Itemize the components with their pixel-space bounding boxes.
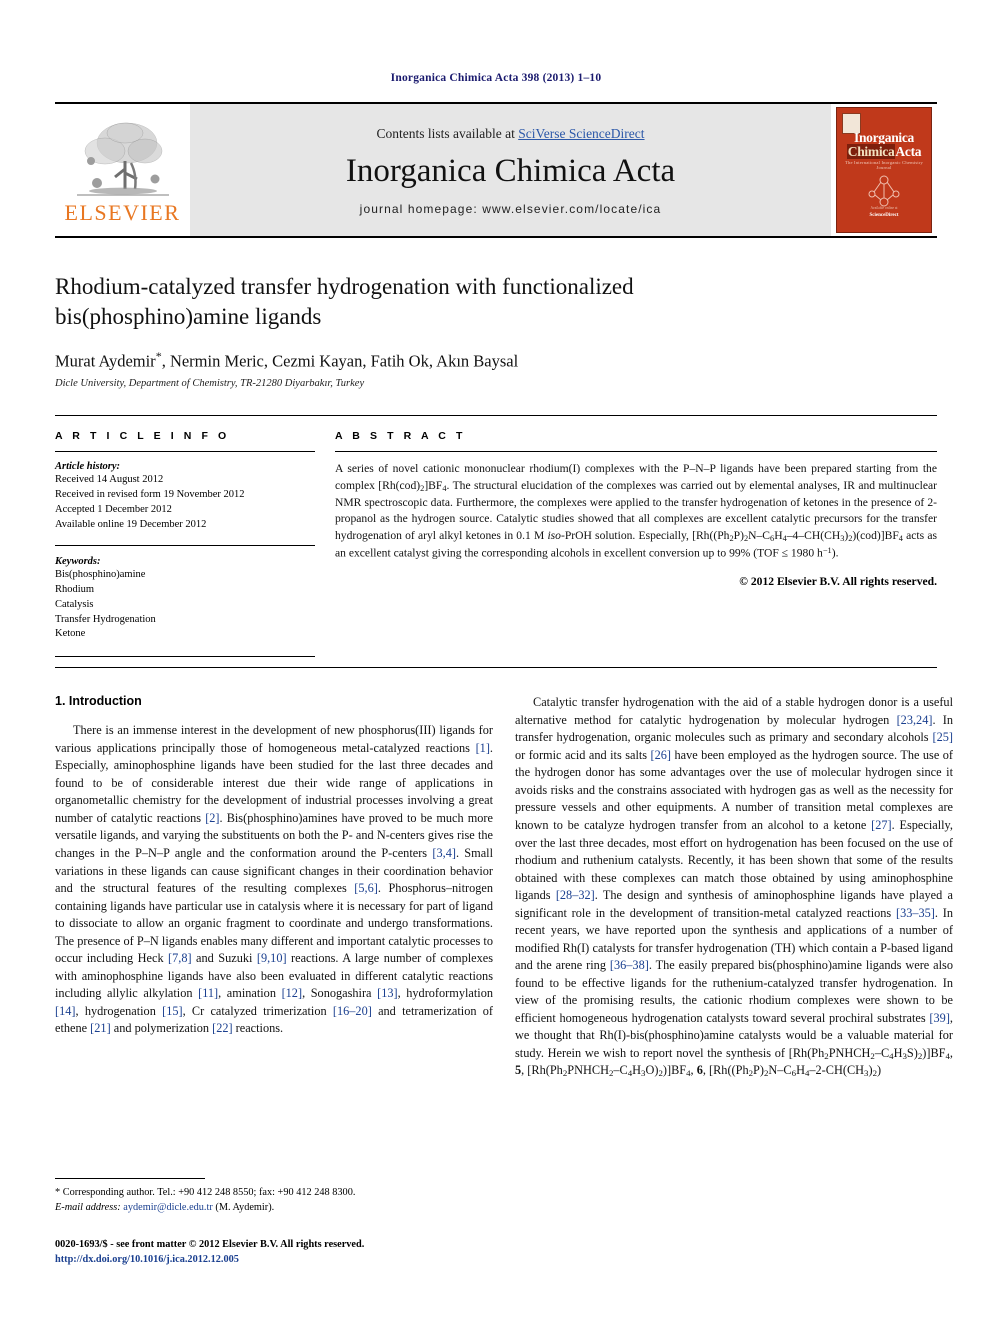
footer-issn-line: 0020-1693/$ - see front matter © 2012 El… — [55, 1239, 365, 1250]
email-owner: (M. Aydemir). — [212, 1201, 275, 1213]
contents-prefix: Contents lists available at — [376, 125, 519, 141]
cover-molecule-icon — [868, 175, 900, 207]
keywords-label: Keywords: — [55, 555, 101, 567]
body-column-left: 1. Introduction There is an immense inte… — [55, 694, 493, 1089]
elsevier-tree-icon — [76, 122, 169, 196]
journal-banner: Contents lists available at SciVerse Sci… — [190, 104, 831, 236]
article-history-list: Received 14 August 2012 Received in revi… — [55, 473, 315, 533]
title-block: Rhodium-catalyzed transfer hydrogenation… — [55, 272, 937, 389]
journal-title: Inorganica Chimica Acta — [345, 152, 676, 189]
footnote-email: E-mail address: aydemir@dicle.edu.tr (M.… — [55, 1201, 493, 1216]
history-item: Accepted 1 December 2012 — [55, 504, 172, 516]
footnote-rule — [55, 1178, 205, 1179]
reference-link[interactable]: [14] — [55, 1004, 76, 1018]
article-info-column: A R T I C L E I N F O Article history: R… — [55, 430, 315, 658]
section-heading-introduction: 1. Introduction — [55, 694, 142, 709]
author-list-rest: , Nermin Meric, Cezmi Kayan, Fatih Ok, A… — [161, 351, 519, 371]
info-abstract-region: A R T I C L E I N F O Article history: R… — [55, 415, 937, 658]
reference-link[interactable]: [33–35] — [896, 906, 935, 920]
cover-title-word-chimica: Chimica — [846, 144, 896, 159]
reference-link[interactable]: [39] — [929, 1011, 950, 1025]
footnote-corresponding-author: * Corresponding author. Tel.: +90 412 24… — [55, 1187, 356, 1198]
cover-title-line2: ChimicaActa — [837, 144, 931, 160]
publisher-logo: ELSEVIER — [55, 104, 190, 236]
article-info-divider — [55, 544, 315, 546]
running-head: Inorganica Chimica Acta 398 (2013) 1–10 — [390, 72, 602, 84]
cover-title-word-acta: Acta — [895, 144, 922, 159]
reference-link[interactable]: [26] — [651, 748, 672, 762]
reference-link[interactable]: [22] — [212, 1021, 233, 1035]
keywords-list: Bis(phosphino)amine Rhodium Catalysis Tr… — [55, 568, 315, 643]
abstract-label: A B S T R A C T — [335, 430, 466, 443]
sciencedirect-link[interactable]: SciVerse ScienceDirect — [518, 126, 644, 141]
author-list: Murat Aydemir*, Nermin Meric, Cezmi Kaya… — [55, 349, 937, 372]
abstract-column: A B S T R A C T A series of novel cation… — [335, 430, 937, 657]
reference-link[interactable]: [15] — [162, 1004, 183, 1018]
reference-link[interactable]: [1] — [476, 741, 490, 755]
article-title: Rhodium-catalyzed transfer hydrogenation… — [55, 274, 634, 330]
author-affiliation: Dicle University, Department of Chemistr… — [55, 378, 365, 390]
journal-homepage[interactable]: journal homepage: www.elsevier.com/locat… — [360, 202, 662, 216]
reference-link[interactable]: [11] — [198, 986, 218, 1000]
reference-link[interactable]: [3,4] — [432, 846, 456, 860]
reference-link[interactable]: [16–20] — [333, 1004, 372, 1018]
body-separator-rule — [55, 667, 937, 669]
article-info-rule — [55, 451, 315, 453]
keyword-item: Catalysis — [55, 598, 94, 610]
reference-link[interactable]: [2] — [205, 811, 219, 825]
reference-link[interactable]: [25] — [933, 730, 954, 744]
cover-image: Inorganica ChimicaActa The International… — [836, 107, 932, 233]
history-item: Received 14 August 2012 — [55, 474, 164, 486]
page-footer: 0020-1693/$ - see front matter © 2012 El… — [55, 1238, 525, 1268]
footer-doi-link[interactable]: http://dx.doi.org/10.1016/j.ica.2012.12.… — [55, 1253, 525, 1268]
reference-link[interactable]: [28–32] — [556, 888, 595, 902]
keyword-item: Transfer Hydrogenation — [55, 613, 156, 625]
reference-link[interactable]: [9,10] — [257, 951, 287, 965]
reference-link[interactable]: [5,6] — [354, 881, 378, 895]
cover-subtitle: The International Inorganic Chemistry Jo… — [844, 160, 924, 170]
abstract-text: A series of novel cationic mononuclear r… — [335, 462, 938, 560]
keyword-item: Rhodium — [55, 583, 95, 595]
cover-footer-brand: ScienceDirect — [869, 213, 899, 218]
reference-link[interactable]: [21] — [90, 1021, 111, 1035]
paragraph: Catalytic transfer hydrogenation with th… — [515, 695, 954, 1079]
article-page: Inorganica Chimica Acta 398 (2013) 1–10 — [0, 0, 992, 1323]
reference-link[interactable]: [36–38] — [610, 958, 649, 972]
history-item: Available online 19 December 2012 — [55, 518, 207, 530]
reference-link[interactable]: [13] — [377, 986, 398, 1000]
reference-link[interactable]: [7,8] — [168, 951, 192, 965]
paragraph: There is an immense interest in the deve… — [55, 723, 493, 1036]
journal-cover-thumbnail[interactable]: Inorganica ChimicaActa The International… — [831, 104, 937, 236]
footnote-area: * Corresponding author. Tel.: +90 412 24… — [55, 1178, 493, 1215]
article-info-bottom-rule — [55, 656, 315, 658]
cover-footer-availability: Available online at — [870, 206, 898, 210]
keyword-item: Bis(phosphino)amine — [55, 568, 146, 580]
body-columns: 1. Introduction There is an immense inte… — [55, 694, 953, 1089]
email-label: E-mail address: — [55, 1201, 121, 1213]
email-link[interactable]: aydemir@dicle.edu.tr — [123, 1202, 213, 1213]
article-info-label: A R T I C L E I N F O — [55, 430, 230, 443]
keyword-item: Ketone — [55, 628, 86, 640]
abstract-rule — [335, 451, 937, 453]
body-column-right: Catalytic transfer hydrogenation with th… — [515, 694, 953, 1089]
reference-link[interactable]: [23,24] — [897, 713, 933, 727]
publisher-wordmark: ELSEVIER — [64, 199, 181, 225]
history-item: Received in revised form 19 November 201… — [55, 489, 245, 501]
contents-available-line: Contents lists available at SciVerse Sci… — [376, 126, 644, 142]
author-corresponding: Murat Aydemir — [55, 351, 156, 371]
journal-masthead: ELSEVIER Contents lists available at Sci… — [55, 102, 937, 238]
abstract-copyright: © 2012 Elsevier B.V. All rights reserved… — [739, 575, 937, 589]
article-history-label: Article history: — [55, 461, 121, 473]
reference-link[interactable]: [12] — [282, 986, 303, 1000]
reference-link[interactable]: [27] — [871, 818, 892, 832]
